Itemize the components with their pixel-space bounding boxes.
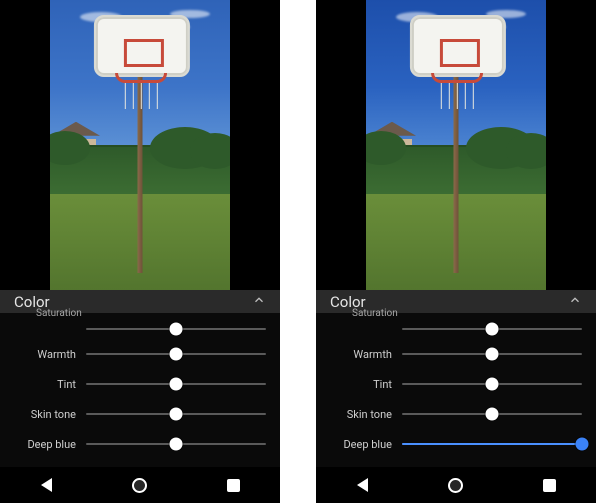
slider-deepblue[interactable] bbox=[402, 434, 582, 454]
slider-row-deepblue: Deep blue bbox=[14, 429, 266, 459]
home-icon bbox=[132, 478, 147, 493]
nav-home-button[interactable] bbox=[436, 467, 476, 503]
nav-back-button[interactable] bbox=[343, 467, 383, 503]
chevron-up-icon bbox=[252, 292, 266, 311]
slider-deepblue[interactable] bbox=[86, 434, 266, 454]
image-preview[interactable] bbox=[0, 0, 280, 290]
slider-skintone[interactable] bbox=[402, 404, 582, 424]
slider-warmth[interactable] bbox=[402, 344, 582, 364]
nav-home-button[interactable] bbox=[120, 467, 160, 503]
nav-back-button[interactable] bbox=[27, 467, 67, 503]
nav-recent-button[interactable] bbox=[213, 467, 253, 503]
slider-tint[interactable] bbox=[86, 374, 266, 394]
recent-icon bbox=[227, 479, 240, 492]
back-icon bbox=[357, 478, 368, 492]
slider-row-warmth: Warmth bbox=[330, 339, 582, 369]
chevron-up-icon bbox=[568, 292, 582, 311]
slider-row-tint: Tint bbox=[330, 369, 582, 399]
slider-label: Skin tone bbox=[14, 408, 76, 421]
sliders-panel: Saturation Saturation Warmth Tint bbox=[0, 313, 280, 467]
slider-skintone[interactable] bbox=[86, 404, 266, 424]
slider-row-tint: Tint bbox=[14, 369, 266, 399]
android-navbar bbox=[316, 467, 596, 503]
slider-row-deepblue: Deep blue bbox=[330, 429, 582, 459]
slider-label: Warmth bbox=[14, 348, 76, 361]
slider-row-skintone: Skin tone bbox=[330, 399, 582, 429]
slider-tint[interactable] bbox=[402, 374, 582, 394]
photo bbox=[50, 0, 230, 290]
slider-row-warmth: Warmth bbox=[14, 339, 266, 369]
slider-label: Tint bbox=[330, 378, 392, 391]
slider-label-truncated: Saturation bbox=[36, 308, 82, 319]
phone-left: Color Saturation Saturation Warmth bbox=[0, 0, 280, 503]
home-icon bbox=[448, 478, 463, 493]
recent-icon bbox=[543, 479, 556, 492]
slider-row-saturation: Saturation Saturation bbox=[330, 319, 582, 339]
phone-right: Color Saturation Saturation Warmth bbox=[316, 0, 596, 503]
slider-row-saturation: Saturation Saturation bbox=[14, 319, 266, 339]
slider-label: Tint bbox=[14, 378, 76, 391]
back-icon bbox=[41, 478, 52, 492]
image-preview[interactable] bbox=[316, 0, 596, 290]
slider-saturation[interactable]: Saturation bbox=[86, 319, 266, 339]
sliders-panel: Saturation Saturation Warmth Tint bbox=[316, 313, 596, 467]
slider-label: Skin tone bbox=[330, 408, 392, 421]
slider-saturation[interactable]: Saturation bbox=[402, 319, 582, 339]
nav-recent-button[interactable] bbox=[529, 467, 569, 503]
slider-warmth[interactable] bbox=[86, 344, 266, 364]
slider-label: Deep blue bbox=[330, 438, 392, 451]
photo bbox=[366, 0, 546, 290]
slider-label-truncated: Saturation bbox=[352, 308, 398, 319]
slider-label: Deep blue bbox=[14, 438, 76, 451]
slider-label: Warmth bbox=[330, 348, 392, 361]
android-navbar bbox=[0, 467, 280, 503]
slider-row-skintone: Skin tone bbox=[14, 399, 266, 429]
